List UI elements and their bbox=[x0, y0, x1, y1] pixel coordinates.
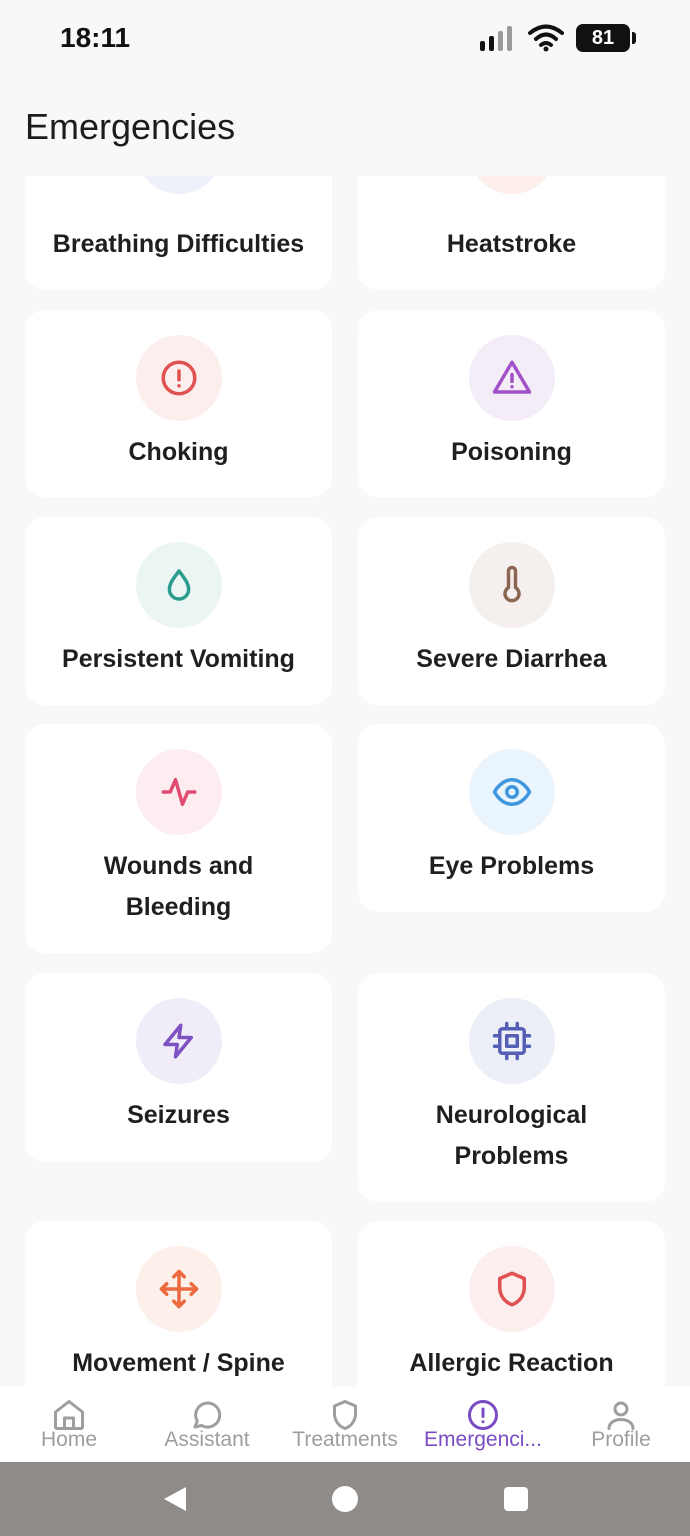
status-time: 18:11 bbox=[60, 22, 131, 53]
tab-emergencies[interactable]: Emergenci... bbox=[414, 1387, 552, 1462]
card-label: Neurological Problems bbox=[435, 1101, 588, 1170]
alert-circle-icon bbox=[136, 335, 222, 421]
bottom-tab-bar: Home Assistant Treatments Emergenci... P… bbox=[0, 1387, 690, 1462]
home-button-icon[interactable] bbox=[330, 1484, 360, 1514]
card-label: Seizures bbox=[127, 1101, 230, 1129]
system-nav-bar bbox=[0, 1462, 690, 1536]
move-icon bbox=[136, 1246, 222, 1332]
card-heatstroke[interactable]: Heatstroke bbox=[358, 176, 665, 290]
card-label: Severe Diarrhea bbox=[416, 645, 607, 673]
tab-treatments[interactable]: Treatments bbox=[276, 1387, 414, 1462]
chip-icon bbox=[469, 998, 555, 1084]
tab-label: Treatments bbox=[292, 1428, 398, 1451]
tab-label: Assistant bbox=[164, 1428, 250, 1451]
card-label: Movement / Spine bbox=[72, 1349, 285, 1377]
tab-label: Emergenci... bbox=[424, 1428, 542, 1451]
thermometer-icon bbox=[469, 542, 555, 628]
card-label: Poisoning bbox=[451, 438, 572, 466]
card-label: Persistent Vomiting bbox=[62, 645, 295, 673]
card-label: Heatstroke bbox=[446, 230, 577, 258]
droplet-icon bbox=[136, 542, 222, 628]
emergency-grid[interactable]: Breathing Difficulties Heatstroke Chokin… bbox=[0, 176, 690, 1387]
signal-icon bbox=[480, 26, 512, 51]
card-choking[interactable]: Choking bbox=[25, 310, 332, 497]
lightning-icon bbox=[136, 998, 222, 1084]
card-neurological-problems[interactable]: Neurological Problems bbox=[358, 973, 665, 1202]
sun-icon bbox=[469, 176, 555, 194]
tab-assistant[interactable]: Assistant bbox=[138, 1387, 276, 1462]
card-breathing-difficulties[interactable]: Breathing Difficulties bbox=[25, 176, 332, 290]
wind-icon bbox=[136, 176, 222, 194]
status-icons: 81 bbox=[480, 24, 636, 52]
shield-icon bbox=[469, 1246, 555, 1332]
card-movement-spine[interactable]: Movement / Spine bbox=[25, 1221, 332, 1387]
page-title: Emergencies bbox=[25, 106, 236, 147]
tab-home[interactable]: Home bbox=[0, 1387, 138, 1462]
recents-icon[interactable] bbox=[501, 1484, 531, 1514]
pulse-icon bbox=[136, 749, 222, 835]
card-label: Eye Problems bbox=[428, 852, 595, 880]
card-severe-diarrhea[interactable]: Severe Diarrhea bbox=[358, 517, 665, 705]
card-seizures[interactable]: Seizures bbox=[25, 973, 332, 1162]
card-label: Allergic Reaction bbox=[409, 1349, 614, 1377]
status-bar: 18:11 81 bbox=[0, 0, 690, 80]
card-persistent-vomiting[interactable]: Persistent Vomiting bbox=[25, 517, 332, 705]
card-label: Choking bbox=[128, 438, 229, 466]
tab-label: Profile bbox=[591, 1428, 651, 1451]
eye-icon bbox=[469, 749, 555, 835]
card-label: Breathing Difficulties bbox=[52, 230, 305, 258]
battery-icon: 81 bbox=[576, 24, 636, 52]
back-icon[interactable] bbox=[160, 1484, 190, 1514]
card-poisoning[interactable]: Poisoning bbox=[358, 310, 665, 497]
card-allergic-reaction[interactable]: Allergic Reaction bbox=[358, 1221, 665, 1387]
card-label: Wounds and Bleeding bbox=[103, 852, 254, 921]
warning-triangle-icon bbox=[469, 335, 555, 421]
tab-label: Home bbox=[40, 1428, 98, 1451]
card-eye-problems[interactable]: Eye Problems bbox=[358, 724, 665, 912]
tab-profile[interactable]: Profile bbox=[552, 1387, 690, 1462]
wifi-icon bbox=[528, 24, 564, 52]
card-wounds-and-bleeding[interactable]: Wounds and Bleeding bbox=[25, 724, 332, 953]
